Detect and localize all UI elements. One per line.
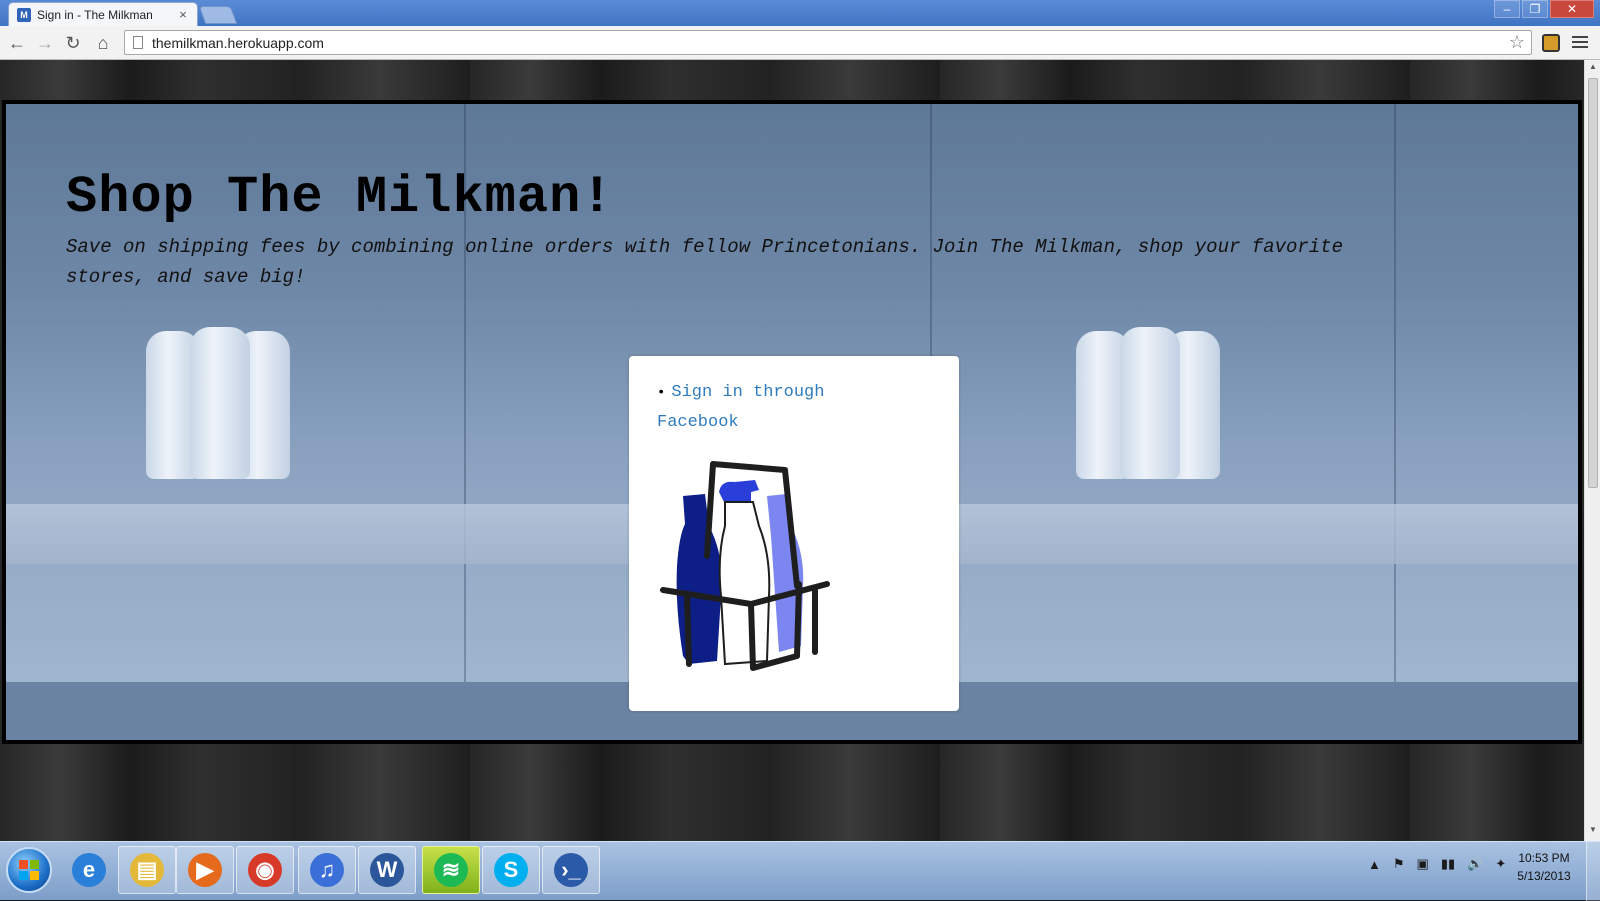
clock-time: 10:53 PM (1518, 851, 1570, 865)
dropbox-icon[interactable]: ✦ (1495, 856, 1506, 872)
close-window-icon[interactable]: ✕ (1550, 0, 1594, 18)
home-icon[interactable]: ⌂ (92, 32, 114, 54)
new-tab-button[interactable] (198, 6, 238, 24)
milkman-favicon-icon: M (17, 7, 31, 22)
taskbar-clock[interactable]: 10:53 PM 5/13/2013 (1508, 849, 1580, 885)
device-icon[interactable]: ▣ (1417, 856, 1429, 872)
taskbar-app-button[interactable]: ≋ (422, 846, 480, 894)
word-icon: W (370, 853, 404, 887)
page-viewport: Shop The Milkman! Save on shipping fees … (0, 60, 1584, 841)
windows-taskbar: e ▤ ▶ ◉ ♫ W ≋ S ›_ ▲ ⚑ ▣ ▮▮ 🔊 ✦ 10:53 PM 5/13/20… (0, 841, 1600, 901)
show-desktop-button[interactable] (1586, 842, 1600, 901)
volume-icon[interactable]: 🔊 (1467, 856, 1483, 872)
browser-toolbar: ← → ↻ ⌂ themilkman.herokuapp.com ☆ (0, 26, 1600, 60)
media-player-icon: ▶ (188, 853, 222, 887)
list-bullet: • (657, 385, 666, 401)
taskbar-app-button[interactable]: e (60, 846, 118, 894)
taskbar-app-button[interactable]: ♫ (298, 846, 356, 894)
taskbar-app-button[interactable]: ▤ (118, 846, 176, 894)
url-text[interactable]: themilkman.herokuapp.com (152, 35, 1509, 51)
folder-icon: ▤ (130, 853, 164, 887)
tab-sign-in[interactable]: M Sign in - The Milkman × (8, 2, 198, 26)
tab-title: Sign in - The Milkman (37, 7, 153, 22)
clock-date: 5/13/2013 (1517, 869, 1571, 883)
taskbar-app-button[interactable]: ▶ (176, 846, 234, 894)
spotify-icon: ≋ (434, 853, 468, 887)
page-scrollbar[interactable]: ▲ ▼ (1584, 60, 1600, 841)
taskbar-app-button[interactable]: W (358, 846, 416, 894)
ie-icon: e (72, 853, 106, 887)
minimize-icon[interactable]: – (1494, 0, 1520, 18)
facebook-signin-link[interactable]: Sign in through Facebook (657, 383, 824, 432)
forward-icon[interactable]: → (34, 32, 56, 54)
scroll-down-icon[interactable]: ▼ (1585, 825, 1600, 839)
milk-bottles-photo (1076, 314, 1226, 479)
taskbar-app-button[interactable]: S (482, 846, 540, 894)
window-controls: – ❐ ✕ (1494, 0, 1594, 18)
page-icon (133, 36, 143, 49)
signin-card: • Sign in through Facebook (629, 356, 959, 711)
itunes-icon: ♫ (310, 853, 344, 887)
scrollbar-thumb[interactable] (1588, 78, 1598, 488)
extension-icon[interactable] (1542, 34, 1560, 52)
hero-frame: Shop The Milkman! Save on shipping fees … (2, 100, 1582, 744)
reload-icon[interactable]: ↻ (62, 32, 84, 54)
start-button[interactable] (6, 847, 52, 893)
skype-icon: S (494, 853, 528, 887)
windows-logo-icon (19, 860, 39, 880)
tab-close-icon[interactable]: × (175, 7, 191, 22)
restore-icon[interactable]: ❐ (1522, 0, 1548, 18)
taskbar-app-button[interactable]: ◉ (236, 846, 294, 894)
milk-bottles-photo (146, 314, 296, 479)
page-title: Shop The Milkman! (66, 168, 614, 227)
milkman-logo-icon (660, 461, 830, 671)
network-icon[interactable]: ▮▮ (1441, 856, 1455, 872)
chrome-icon: ◉ (248, 853, 282, 887)
tray-expand-icon[interactable]: ▲ (1368, 857, 1381, 872)
powershell-icon: ›_ (554, 853, 588, 887)
system-tray: ▲ ⚑ ▣ ▮▮ 🔊 ✦ (1368, 856, 1506, 872)
browser-titlebar: M Sign in - The Milkman × – ❐ ✕ (0, 0, 1600, 26)
back-icon[interactable]: ← (6, 32, 28, 54)
signin-list: • Sign in through Facebook (657, 378, 877, 437)
scroll-up-icon[interactable]: ▲ (1585, 62, 1600, 76)
chrome-menu-icon[interactable] (1572, 34, 1588, 50)
address-bar[interactable]: themilkman.herokuapp.com ☆ (124, 30, 1532, 55)
action-center-icon[interactable]: ⚑ (1393, 856, 1405, 872)
bookmark-star-icon[interactable]: ☆ (1509, 32, 1525, 53)
taskbar-app-button[interactable]: ›_ (542, 846, 600, 894)
page-subtitle: Save on shipping fees by combining onlin… (66, 236, 1344, 288)
